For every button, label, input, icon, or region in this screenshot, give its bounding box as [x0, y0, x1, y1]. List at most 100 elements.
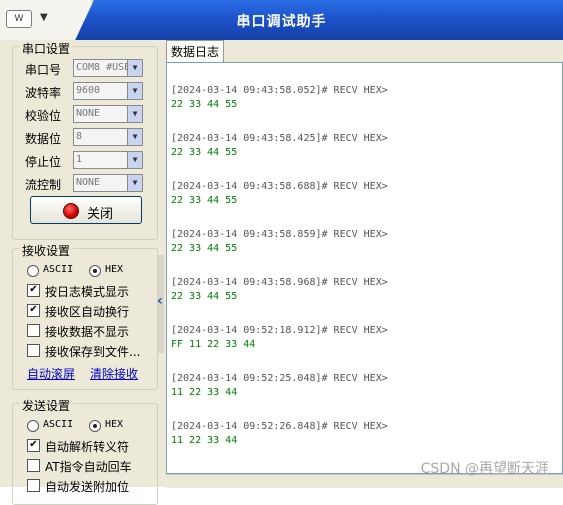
save-to-file-checkbox[interactable]: 接收保存到文件... — [27, 343, 155, 359]
databits-select[interactable]: 8 ▼ — [73, 128, 143, 146]
chevron-down-icon[interactable]: ▼ — [127, 106, 142, 122]
log-area[interactable]: [2024-03-14 09:43:58.052]# RECV HEX> 22 … — [166, 62, 563, 474]
auto-wrap-checkbox[interactable]: ✔ 接收区自动换行 — [27, 303, 155, 319]
panel-splitter[interactable]: ‹ — [157, 255, 164, 353]
watermark: CSDN @再望断天涯 — [420, 461, 549, 477]
chevron-down-icon[interactable]: ▼ — [40, 12, 48, 23]
log-entry-data: FF 11 22 33 44 — [171, 339, 256, 350]
send-hex-radio[interactable]: HEX — [89, 418, 139, 434]
parity-label: 校验位 — [25, 109, 62, 123]
log-entry-header: [2024-03-14 09:52:18.912]# RECV HEX> — [171, 325, 388, 336]
send-settings-group: 发送设置 ASCII HEX ✔ 自动解析转义符 AT指令自动回车 自动发送附加… — [12, 397, 158, 505]
radio-icon[interactable] — [27, 265, 39, 277]
log-entry-header: [2024-03-14 09:43:58.688]# RECV HEX> — [171, 181, 388, 192]
radio-selected-icon[interactable] — [89, 265, 101, 277]
log-entry-header: [2024-03-14 09:43:58.968]# RECV HEX> — [171, 277, 388, 288]
port-label: 串口号 — [25, 63, 62, 77]
close-port-label: 关闭 — [87, 207, 114, 222]
receive-settings-group: 接收设置 ASCII HEX ✔ 按日志模式显示 ✔ 接收区自动换行 接收数据不… — [12, 242, 158, 390]
receive-ascii-label: ASCII — [43, 264, 74, 275]
checkbox-icon[interactable] — [27, 344, 40, 357]
parity-select[interactable]: NONE ▼ — [73, 105, 143, 123]
stopbits-label: 停止位 — [25, 155, 62, 169]
log-entry-header: [2024-03-14 09:43:58.425]# RECV HEX> — [171, 133, 388, 144]
log-entry-header: [2024-03-14 09:52:26.848]# RECV HEX> — [171, 421, 388, 432]
log-mode-checkbox[interactable]: ✔ 按日志模式显示 — [27, 283, 155, 299]
send-ascii-radio[interactable]: ASCII — [27, 418, 77, 434]
chevron-down-icon[interactable]: ▼ — [127, 152, 142, 168]
log-entry-data: 11 22 33 44 — [171, 387, 238, 398]
checkbox-checked-icon[interactable]: ✔ — [27, 284, 40, 297]
baud-value: 9600 — [76, 85, 101, 96]
send-ascii-label: ASCII — [43, 419, 74, 430]
port-value: COM8 #USE — [76, 62, 131, 73]
log-entry-data: 11 22 33 44 — [171, 435, 238, 446]
receive-settings-label: 接收设置 — [19, 242, 74, 259]
databits-value: 8 — [76, 131, 83, 142]
auto-wrap-label: 接收区自动换行 — [45, 305, 130, 319]
hide-data-label: 接收数据不显示 — [45, 325, 130, 339]
auto-scroll-link[interactable]: 自动滚屏 — [27, 365, 75, 382]
log-entry-data: 22 33 44 55 — [171, 99, 238, 110]
log-entry: [2024-03-14 09:52:18.912]# RECV HEX> FF … — [171, 325, 388, 350]
chevron-left-icon[interactable]: ‹ — [157, 293, 163, 309]
close-port-button[interactable]: 关闭 — [30, 196, 142, 224]
receive-hex-label: HEX — [105, 264, 124, 275]
parse-escape-checkbox[interactable]: ✔ 自动解析转义符 — [27, 438, 155, 454]
receive-hex-radio[interactable]: HEX — [89, 263, 139, 279]
settings-panel: 串口设置 串口号 COM8 #USE ▼ 波特率 9600 ▼ 校验位 NONE — [12, 40, 158, 505]
flowcontrol-select[interactable]: NONE ▼ — [73, 174, 143, 192]
checkbox-icon[interactable] — [27, 459, 40, 472]
send-hex-label: HEX — [105, 419, 124, 430]
flowcontrol-value: NONE — [76, 177, 101, 188]
checkbox-icon[interactable] — [27, 324, 40, 337]
log-entry: [2024-03-14 09:43:58.052]# RECV HEX> 22 … — [171, 85, 388, 110]
send-settings-label: 发送设置 — [19, 397, 74, 414]
log-entry: [2024-03-14 09:52:26.848]# RECV HEX> 11 … — [171, 421, 388, 446]
receive-ascii-radio[interactable]: ASCII — [27, 263, 77, 279]
serial-settings-label: 串口设置 — [19, 40, 74, 57]
baud-label: 波特率 — [25, 86, 62, 100]
at-auto-return-checkbox[interactable]: AT指令自动回车 — [27, 458, 155, 474]
baud-select[interactable]: 9600 ▼ — [73, 82, 143, 100]
log-entry: [2024-03-14 09:43:58.968]# RECV HEX> 22 … — [171, 277, 388, 302]
chevron-down-icon[interactable]: ▼ — [127, 175, 142, 191]
chevron-down-icon[interactable]: ▼ — [127, 60, 142, 76]
port-select[interactable]: COM8 #USE ▼ — [73, 59, 143, 77]
parity-value: NONE — [76, 108, 101, 119]
stopbits-select[interactable]: 1 ▼ — [73, 151, 143, 169]
log-mode-label: 按日志模式显示 — [45, 285, 130, 299]
tab-data-log[interactable]: 数据日志 — [166, 40, 224, 62]
log-entry: [2024-03-14 09:43:58.859]# RECV HEX> 22 … — [171, 229, 388, 254]
app-logo-icon: W — [6, 10, 32, 28]
databits-label: 数据位 — [25, 132, 62, 146]
record-indicator-icon — [63, 203, 79, 219]
checkbox-icon[interactable] — [27, 479, 40, 492]
at-auto-return-label: AT指令自动回车 — [45, 460, 132, 474]
log-entry-header: [2024-03-14 09:52:25.048]# RECV HEX> — [171, 373, 388, 384]
log-entry-data: 22 33 44 55 — [171, 195, 238, 206]
flowcontrol-label: 流控制 — [25, 178, 62, 192]
log-entry-data: 22 33 44 55 — [171, 147, 238, 158]
save-to-file-label: 接收保存到文件... — [45, 345, 141, 359]
checkbox-checked-icon[interactable]: ✔ — [27, 439, 40, 452]
main-window: 串口设置 串口号 COM8 #USE ▼ 波特率 9600 ▼ 校验位 NONE — [0, 40, 563, 505]
log-entry-data: 22 33 44 55 — [171, 291, 238, 302]
append-bits-checkbox[interactable]: 自动发送附加位 — [27, 478, 155, 494]
radio-icon[interactable] — [27, 420, 39, 432]
log-entry-header: [2024-03-14 09:43:58.052]# RECV HEX> — [171, 85, 388, 96]
parse-escape-label: 自动解析转义符 — [45, 440, 130, 454]
radio-selected-icon[interactable] — [89, 420, 101, 432]
checkbox-checked-icon[interactable]: ✔ — [27, 304, 40, 317]
chevron-down-icon[interactable]: ▼ — [127, 129, 142, 145]
log-entry-header: [2024-03-14 09:43:58.859]# RECV HEX> — [171, 229, 388, 240]
log-entry: [2024-03-14 09:43:58.425]# RECV HEX> 22 … — [171, 133, 388, 158]
chevron-down-icon[interactable]: ▼ — [127, 83, 142, 99]
log-entry: [2024-03-14 09:52:25.048]# RECV HEX> 11 … — [171, 373, 388, 398]
stopbits-value: 1 — [76, 154, 83, 165]
hide-data-checkbox[interactable]: 接收数据不显示 — [27, 323, 155, 339]
log-entry: [2024-03-14 09:43:58.688]# RECV HEX> 22 … — [171, 181, 388, 206]
log-entry-data: 22 33 44 55 — [171, 243, 238, 254]
log-tabs: 数据日志 — [166, 40, 563, 62]
clear-receive-link[interactable]: 清除接收 — [90, 365, 138, 382]
